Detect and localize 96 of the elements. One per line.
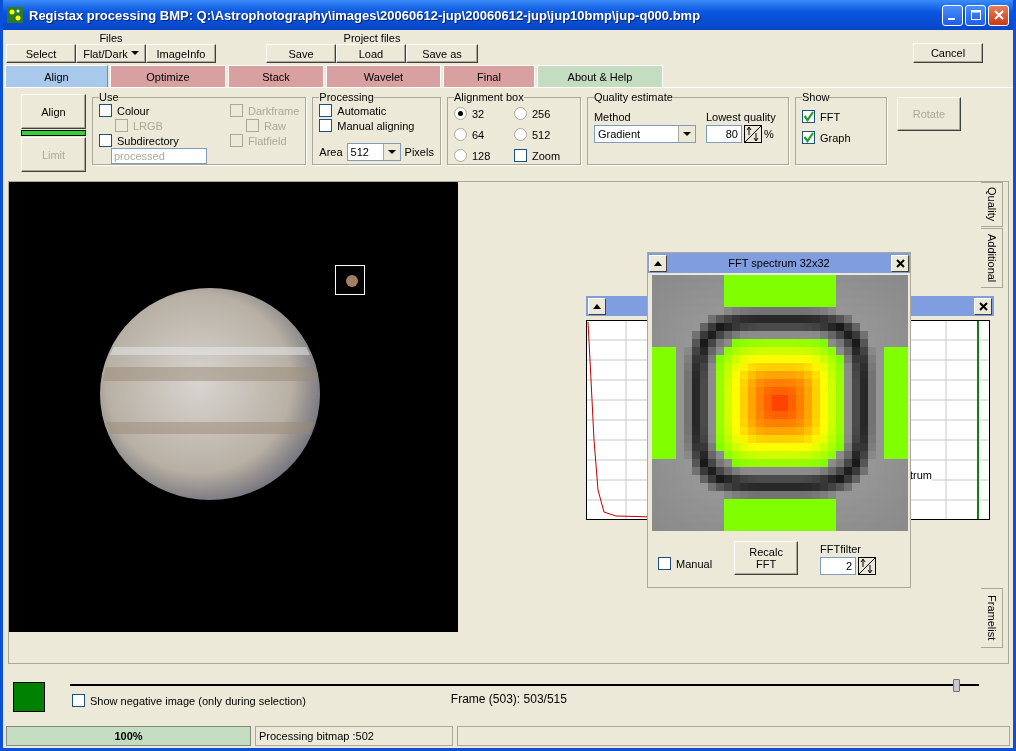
method-dropdown[interactable]: Gradient	[593, 125, 696, 143]
caret-icon	[130, 51, 139, 56]
status-message: Processing bitmap :502	[255, 726, 453, 746]
tab[interactable]: Wavelet	[326, 65, 441, 87]
radio-label: 32	[471, 107, 485, 120]
side-tab[interactable]: Quality	[981, 182, 1003, 227]
lowest-quality-label: Lowest quality	[705, 111, 776, 123]
group-title: Show	[801, 91, 830, 103]
toolbar-button[interactable]: Select	[6, 44, 76, 63]
radio-label: 64	[471, 128, 485, 141]
collapse-button[interactable]	[649, 254, 667, 272]
close-button[interactable]	[974, 297, 992, 315]
checkbox-label: Colour	[117, 104, 150, 117]
toolbar-button[interactable]: ImageInfo	[146, 44, 216, 63]
side-tab[interactable]: Framelist	[981, 588, 1003, 648]
minimize-icon	[947, 18, 955, 20]
collapse-button[interactable]	[588, 297, 606, 315]
close-icon	[895, 258, 905, 268]
tab[interactable]: Optimize	[110, 65, 226, 87]
side-tab[interactable]: Additional	[981, 228, 1003, 288]
radio-label: 512	[531, 128, 551, 141]
checkbox-label: Raw	[264, 119, 286, 132]
lowest-quality-field[interactable]: 80	[705, 125, 742, 143]
dropdown-button[interactable]: Flat/Dark	[76, 44, 146, 63]
project-files-label: Project files	[343, 32, 401, 44]
percent-label: %	[763, 128, 774, 140]
toolbar-button[interactable]: Save	[266, 44, 336, 63]
up-triangle-icon	[654, 260, 662, 266]
area-dropdown[interactable]: 512	[346, 143, 401, 161]
status-indicator	[13, 682, 45, 712]
close-button[interactable]	[891, 254, 909, 272]
frame-label: Frame (503): 503/515	[450, 691, 567, 706]
spin-arrows-icon[interactable]	[858, 557, 877, 575]
method-label: Method	[593, 111, 632, 123]
spin-arrows-icon[interactable]	[743, 125, 762, 143]
toolbar-button[interactable]: Save as	[406, 44, 478, 63]
tab[interactable]: Final	[443, 65, 535, 87]
cancel-button[interactable]: Cancel	[913, 43, 983, 63]
checkbox-label: Automatic	[337, 104, 387, 117]
slider-thumb[interactable]	[953, 679, 961, 692]
checkbox-label: Darkframe	[248, 104, 300, 117]
area-label: Area	[319, 146, 343, 158]
checkbox-label: FFT	[819, 110, 841, 123]
group-title: Use	[99, 91, 119, 103]
progress-indicator	[21, 130, 86, 136]
checkbox-label: Graph	[819, 131, 851, 144]
checkbox[interactable]	[99, 104, 112, 117]
checkbox[interactable]	[801, 110, 815, 123]
radio-button[interactable]	[453, 128, 467, 141]
align-button[interactable]: Align	[21, 94, 86, 129]
checkbox-label: LRGB	[133, 119, 163, 132]
fft-filter-label: FFTfilter	[820, 543, 863, 555]
group-title: Processing	[319, 91, 374, 103]
selection-box[interactable]	[335, 265, 365, 295]
caret-icon	[387, 149, 396, 155]
files-label: Files	[99, 32, 123, 44]
checkbox[interactable]	[658, 557, 671, 570]
maximize-icon	[970, 10, 981, 20]
checkbox[interactable]	[319, 119, 333, 132]
checkbox-label: Subdirectory	[117, 134, 179, 147]
checkbox-label: Zoom	[531, 149, 561, 162]
recalc-button[interactable]: Recalc FFT	[734, 541, 799, 575]
tab[interactable]: Align	[5, 65, 108, 87]
radio-button[interactable]	[513, 107, 527, 120]
window-title: FFT spectrum 32x32	[728, 257, 830, 269]
tab[interactable]: About & Help	[537, 65, 663, 87]
checkbox[interactable]	[801, 131, 815, 144]
radio-button[interactable]	[453, 107, 467, 120]
checkbox-label: Manual aligning	[337, 119, 415, 132]
toolbar-button[interactable]: Load	[336, 44, 406, 63]
checkbox[interactable]	[319, 104, 333, 117]
up-triangle-icon	[593, 303, 601, 309]
window-title: Registax processing BMP: Q:\Astrophotography\images\20060612-jup\20060612-jup\jup10bmp\jup-q000.bmp	[29, 7, 702, 23]
radio-label: 256	[531, 107, 551, 120]
caret-icon	[682, 131, 691, 137]
fft-filter-field[interactable]: 2	[820, 557, 857, 575]
group-title: Quality estimate	[593, 91, 673, 103]
checkbox[interactable]	[99, 134, 112, 147]
checkbox-label: Flatfield	[248, 134, 287, 147]
maximize-button[interactable]	[965, 4, 986, 26]
group-title: Alignment box	[453, 91, 524, 103]
radio-button[interactable]	[513, 128, 527, 141]
checkbox[interactable]	[513, 149, 527, 162]
close-icon	[978, 301, 988, 311]
unit-label: Pixels	[404, 146, 434, 158]
checkbox-label: Show negative image (only during selection)	[90, 694, 306, 707]
minimize-button[interactable]	[942, 4, 963, 26]
tab[interactable]: Stack	[228, 65, 324, 87]
progress-text: 100%	[114, 730, 143, 742]
radio-button[interactable]	[453, 149, 467, 162]
close-icon	[993, 10, 1004, 20]
radio-label: 128	[471, 149, 491, 162]
checkbox-label: Manual	[676, 557, 713, 570]
app-icon	[7, 7, 23, 23]
graph-legend-text: trum	[910, 469, 932, 481]
checkbox[interactable]	[72, 694, 85, 707]
